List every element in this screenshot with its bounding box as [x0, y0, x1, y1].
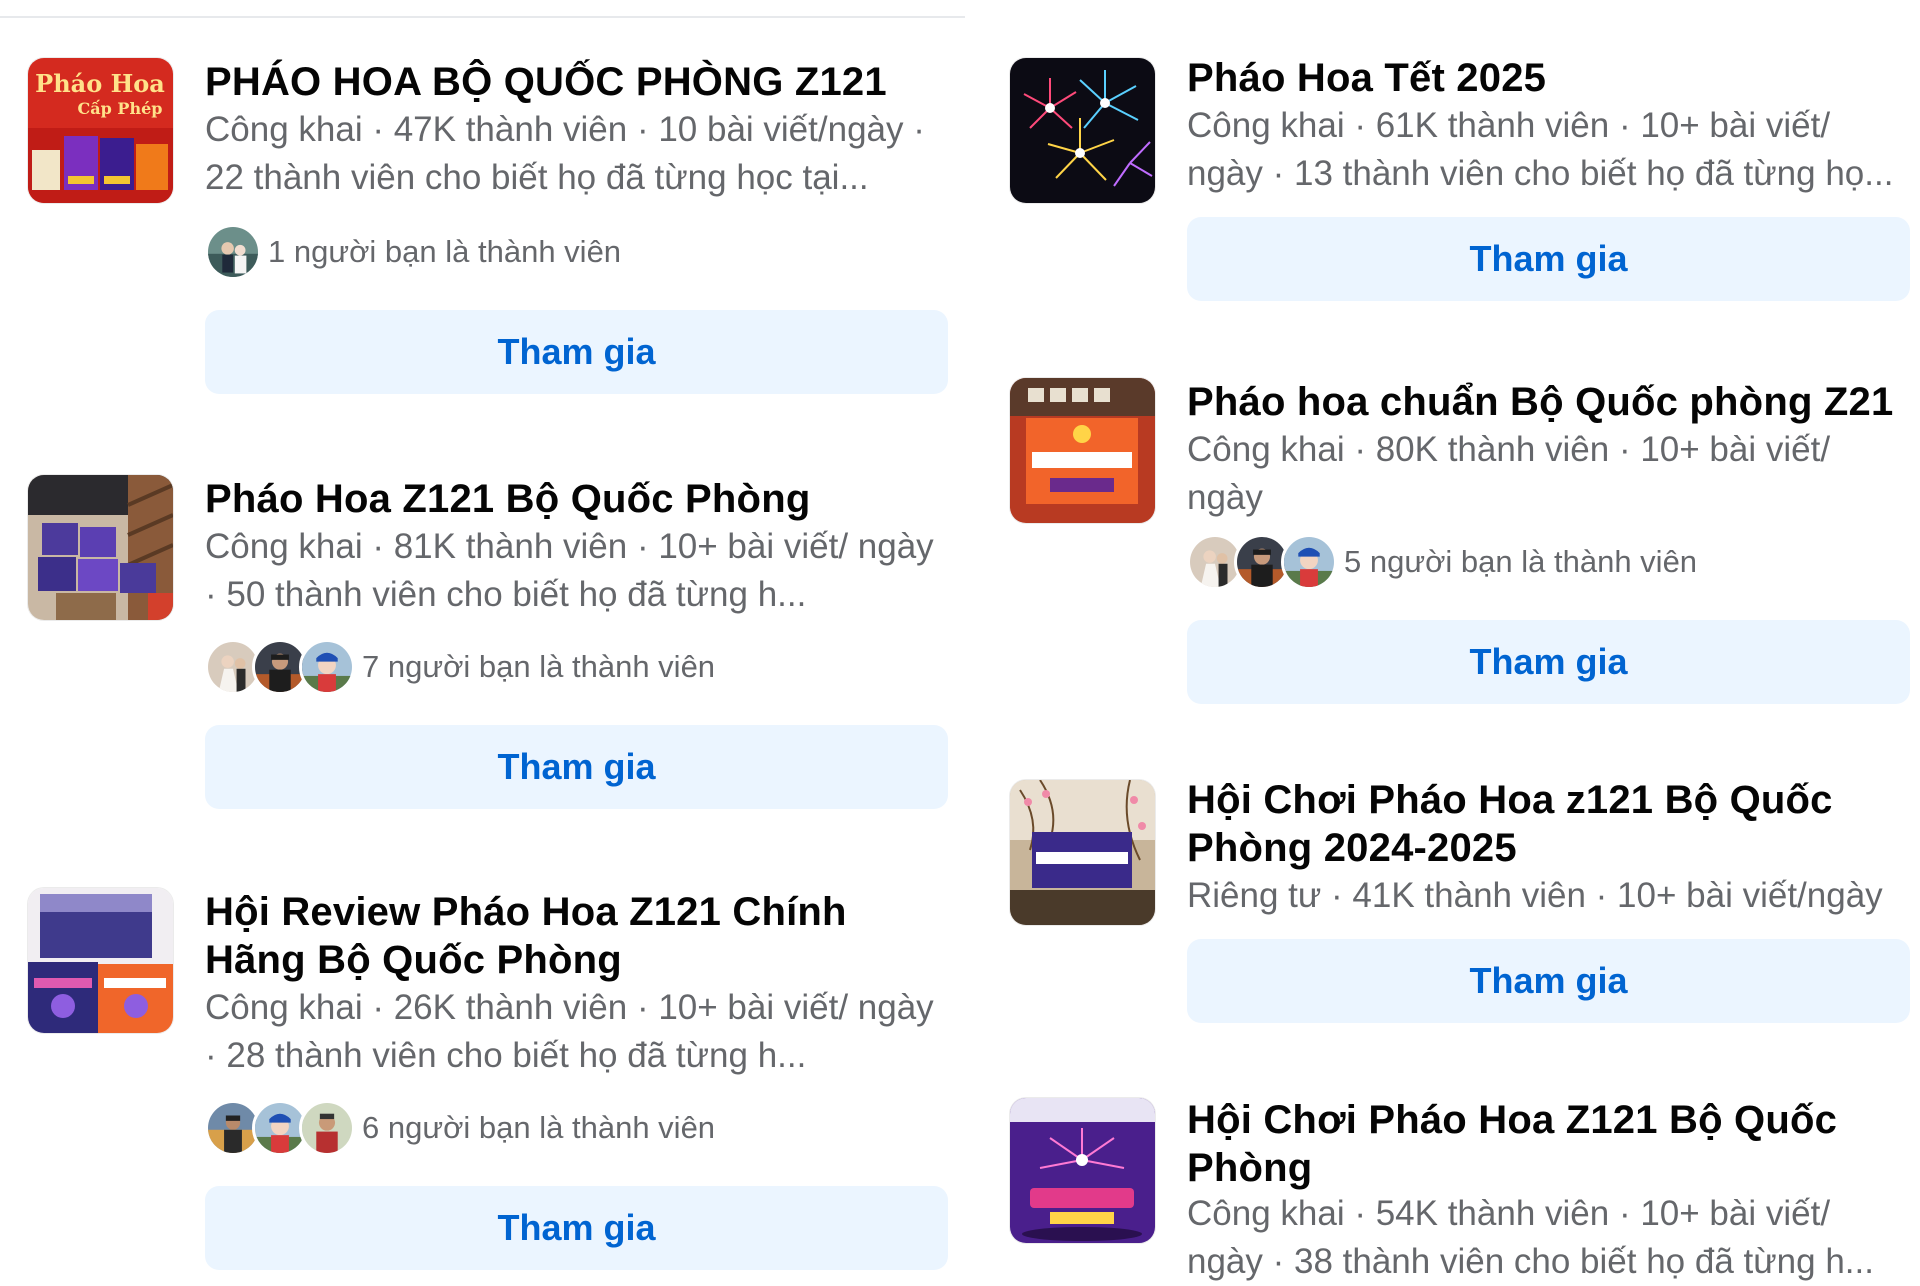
top-divider [0, 16, 965, 18]
friend-avatar [1281, 534, 1337, 590]
friends-row: 1 người bạn là thành viên [205, 222, 621, 282]
group-title[interactable]: Hội Chơi Pháo Hoa Z121 Bộ Quốc Phòng [1187, 1096, 1907, 1192]
friends-row: 5 người bạn là thành viên [1187, 532, 1697, 592]
group-card[interactable]: Pháo Hoa Z121 Bộ Quốc Phòng Công khai · … [28, 475, 948, 815]
group-thumbnail[interactable] [1010, 58, 1155, 203]
group-meta: Riêng tư · 41K thành viên · 10+ bài viết… [1187, 876, 1883, 915]
group-thumbnail[interactable] [1010, 780, 1155, 925]
group-card[interactable]: Hội Review Pháo Hoa Z121 Chính Hãng Bộ Q… [28, 888, 948, 1270]
friend-avatar [299, 639, 355, 695]
friends-count-text: 6 người bạn là thành viên [362, 1110, 716, 1145]
thumbnail-subtitle-text: Cấp Phép [78, 99, 163, 118]
group-thumbnail[interactable] [28, 475, 173, 620]
group-meta: Công khai · 54K thành viên · 10+ bài viế… [1187, 1194, 1874, 1281]
thumbnail-title-text: Pháo Hoa [35, 69, 165, 98]
friend-avatar [205, 224, 261, 280]
group-meta: Công khai · 61K thành viên · 10+ bài viế… [1187, 106, 1894, 193]
join-button[interactable]: Tham gia [1187, 939, 1910, 1023]
group-meta: Công khai · 47K thành viên · 10 bài viết… [205, 110, 925, 197]
join-button[interactable]: Tham gia [205, 725, 948, 809]
group-thumbnail[interactable] [1010, 1098, 1155, 1243]
join-button[interactable]: Tham gia [1187, 217, 1910, 301]
group-title[interactable]: Pháo Hoa Z121 Bộ Quốc Phòng [205, 475, 945, 523]
friends-count-text: 5 người bạn là thành viên [1344, 544, 1698, 579]
friends-row: 7 người bạn là thành viên [205, 637, 715, 697]
group-title[interactable]: Pháo Hoa Tết 2025 [1187, 54, 1907, 102]
group-title[interactable]: Hội Review Pháo Hoa Z121 Chính Hãng Bộ Q… [205, 888, 945, 984]
group-card[interactable]: Pháo Hoa Tết 2025 Công khai · 61K thành … [1010, 56, 1910, 303]
friend-avatar [299, 1100, 355, 1156]
friends-count-text: 7 người bạn là thành viên [362, 649, 716, 684]
group-card[interactable]: Pháo hoa chuẩn Bộ Quốc phòng Z21 Công kh… [1010, 378, 1910, 708]
group-title[interactable]: Pháo hoa chuẩn Bộ Quốc phòng Z21 [1187, 378, 1907, 426]
friends-count-text: 1 người bạn là thành viên [268, 234, 622, 269]
join-button[interactable]: Tham gia [1187, 620, 1910, 704]
group-title[interactable]: Hội Chơi Pháo Hoa z121 Bộ Quốc Phòng 202… [1187, 776, 1907, 872]
group-title[interactable]: PHÁO HOA BỘ QUỐC PHÒNG Z121 [205, 58, 945, 106]
group-meta: Công khai · 80K thành viên · 10+ bài viế… [1187, 430, 1831, 517]
friends-row: 6 người bạn là thành viên [205, 1098, 715, 1158]
join-button[interactable]: Tham gia [205, 310, 948, 394]
group-card[interactable]: Pháo Hoa Cấp Phép PHÁO HOA BỘ QUỐC PHÒNG… [28, 58, 948, 398]
group-thumbnail[interactable]: Pháo Hoa Cấp Phép [28, 58, 173, 203]
group-thumbnail[interactable] [28, 888, 173, 1033]
group-meta: Công khai · 81K thành viên · 10+ bài viế… [205, 527, 934, 614]
join-button[interactable]: Tham gia [205, 1186, 948, 1270]
group-meta: Công khai · 26K thành viên · 10+ bài viế… [205, 988, 934, 1075]
group-thumbnail[interactable] [1010, 378, 1155, 523]
group-card[interactable]: Hội Chơi Pháo Hoa z121 Bộ Quốc Phòng 202… [1010, 778, 1910, 1025]
group-card[interactable]: Hội Chơi Pháo Hoa Z121 Bộ Quốc Phòng Côn… [1010, 1096, 1910, 1281]
